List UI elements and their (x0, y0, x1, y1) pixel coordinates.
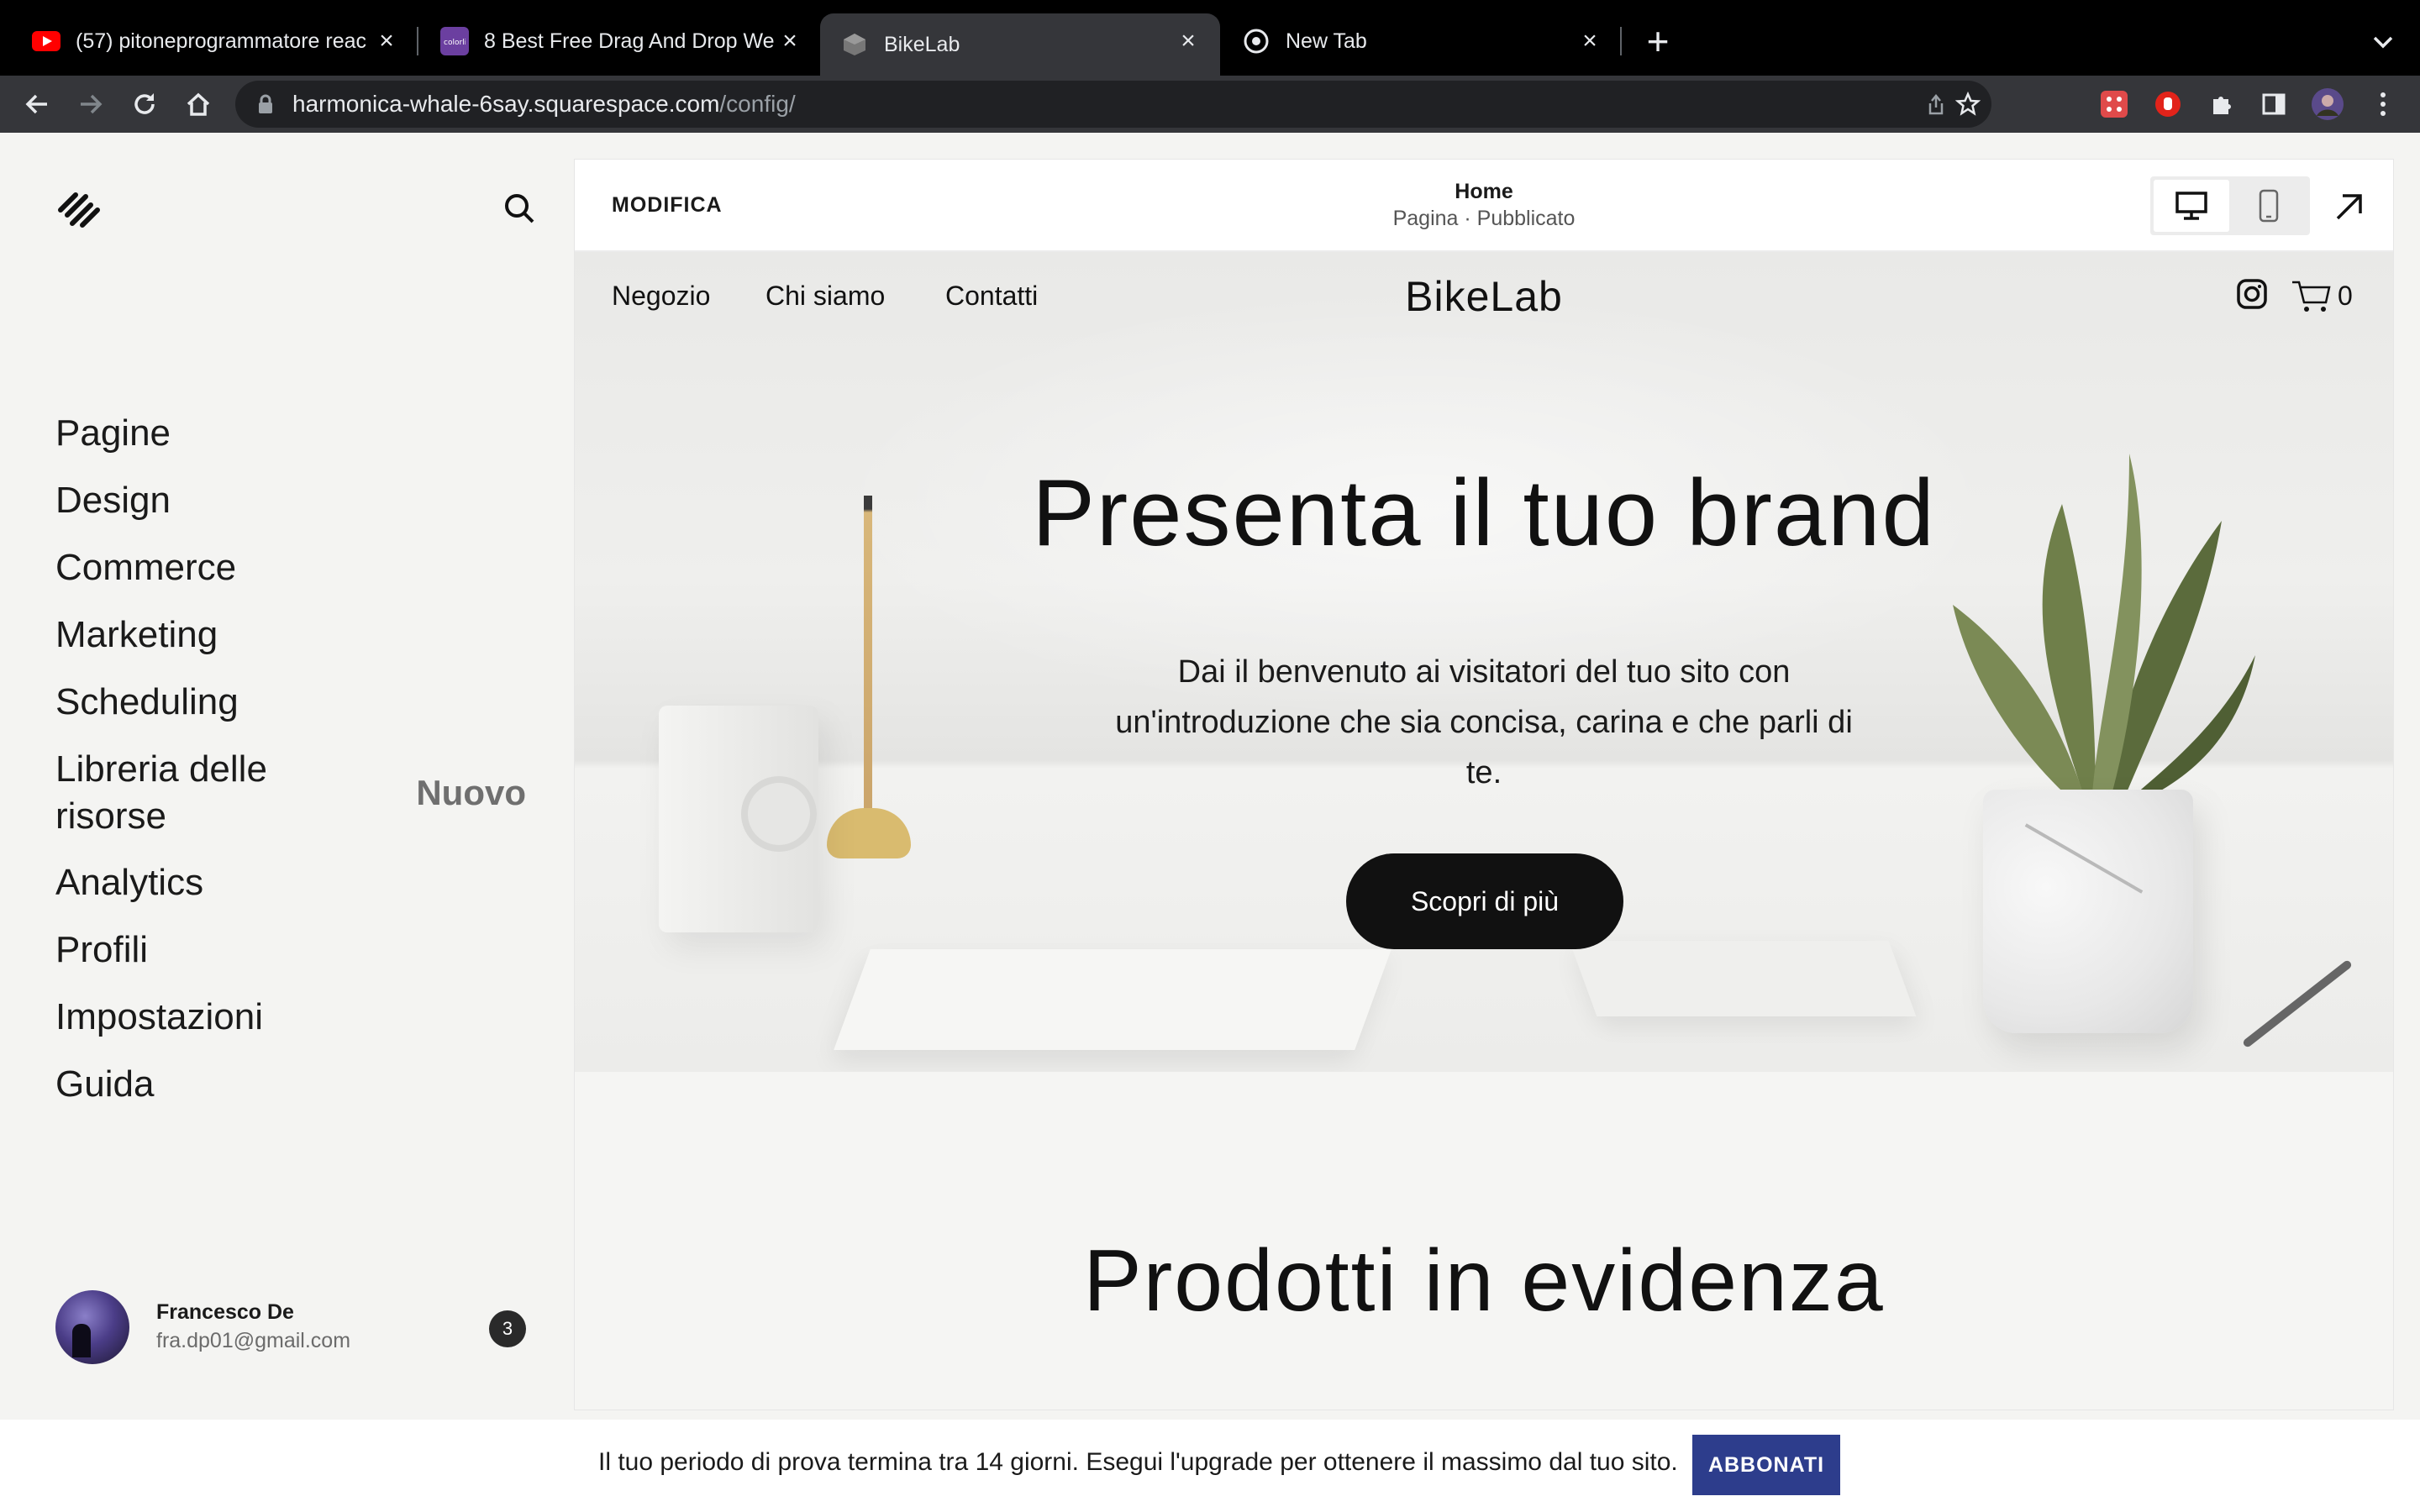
menu-item-marketing[interactable]: Marketing (55, 601, 526, 669)
sharpener-illustration (659, 706, 818, 932)
hero-title[interactable]: Presenta il tuo brand (575, 459, 2393, 567)
url-host: harmonica-whale-6say.squarespace.com (292, 91, 720, 117)
tab-title: BikeLab (884, 32, 960, 56)
extension-red-grid-icon[interactable] (2096, 86, 2133, 123)
user-name: Francesco De (156, 1300, 294, 1324)
page-status: Pagina · Pubblicato (1392, 207, 1576, 230)
tab-title: New Tab (1286, 29, 1367, 53)
menu-item-impostazioni[interactable]: Impostazioni (55, 984, 526, 1051)
reload-icon[interactable] (124, 84, 165, 124)
menu-item-label: Analytics (55, 862, 204, 903)
menu-item-label: Pagine (55, 412, 171, 454)
squarespace-cube-icon (840, 30, 869, 59)
url-path: /config/ (719, 91, 796, 117)
squarespace-sidebar: Pagine Design Commerce Marketing Schedul… (0, 133, 575, 1512)
editor-top-bar: MODIFICA Home Pagina · Pubblicato (575, 160, 2393, 252)
extensions-puzzle-icon[interactable] (2203, 86, 2240, 123)
new-badge: Nuovo (416, 772, 526, 812)
menu-item-pagine[interactable]: Pagine (55, 400, 526, 467)
hero-section[interactable]: Negozio Chi siamo Contatti BikeLab 0 Pre… (575, 252, 2393, 1072)
close-icon[interactable]: × (1175, 28, 1202, 55)
close-icon[interactable]: × (1576, 28, 1603, 55)
featured-products-section[interactable]: Prodotti in evidenza (575, 1072, 2393, 1410)
trial-message: Il tuo periodo di prova termina tra 14 g… (598, 1448, 1678, 1476)
browser-toolbar: harmonica-whale-6say.squarespace.com/con… (0, 76, 2420, 133)
menu-item-label: Marketing (55, 614, 218, 655)
learn-more-button[interactable]: Scopri di più (1346, 853, 1623, 949)
more-menu-icon[interactable] (2365, 86, 2402, 123)
site-logo[interactable]: BikeLab (575, 272, 2393, 321)
search-icon[interactable] (501, 190, 538, 227)
instagram-icon[interactable] (2235, 277, 2272, 314)
close-icon[interactable]: × (776, 28, 803, 55)
section-title[interactable]: Prodotti in evidenza (575, 1231, 2393, 1331)
marble-pot-illustration (1983, 790, 2193, 1033)
menu-item-label: Scheduling (55, 681, 239, 722)
trial-banner: Il tuo periodo di prova termina tra 14 g… (0, 1420, 2420, 1512)
desktop-view-icon[interactable] (2154, 180, 2229, 232)
new-tab-button[interactable]: + (1639, 22, 1677, 60)
lock-icon[interactable] (254, 92, 277, 116)
star-bookmark-icon[interactable] (1953, 89, 1983, 119)
tab-search-chevron-icon[interactable] (2366, 25, 2400, 59)
colorlib-icon: colorlib (440, 27, 469, 55)
menu-item-libreria-risorse[interactable]: Libreria delle risorse Nuovo (55, 736, 526, 849)
side-panel-icon[interactable] (2255, 86, 2292, 123)
book-illustration (834, 949, 1392, 1050)
menu-item-design[interactable]: Design (55, 467, 526, 534)
mobile-view-icon[interactable] (2231, 180, 2307, 232)
forward-arrow-icon[interactable] (71, 84, 111, 124)
subscribe-button[interactable]: ABBONATI (1692, 1435, 1840, 1495)
tab-youtube[interactable]: (57) pitoneprogrammatore reac × (12, 13, 418, 69)
menu-item-guida[interactable]: Guida (55, 1051, 526, 1118)
cart-count: 0 (2338, 281, 2353, 311)
url-text: harmonica-whale-6say.squarespace.com/con… (292, 81, 796, 128)
tab-title: 8 Best Free Drag And Drop We (484, 29, 775, 53)
profile-avatar-icon[interactable] (2309, 86, 2346, 123)
page-title: Home (1455, 180, 1513, 203)
menu-item-profili[interactable]: Profili (55, 916, 526, 984)
user-email: fra.dp01@gmail.com (156, 1329, 351, 1352)
menu-item-label: Design (55, 480, 171, 521)
close-icon[interactable]: × (373, 28, 400, 55)
chrome-icon (1242, 27, 1270, 55)
menu-item-label: Commerce (55, 547, 237, 588)
pencil-holder-illustration (827, 808, 911, 858)
user-account[interactable]: Francesco De fra.dp01@gmail.com 3 (55, 1290, 526, 1366)
menu-item-label: Guida (55, 1063, 155, 1105)
svg-text:colorlib: colorlib (444, 39, 466, 47)
cart-icon[interactable] (2291, 277, 2333, 314)
tab-separator (1620, 27, 1622, 55)
menu-item-scheduling[interactable]: Scheduling (55, 669, 526, 736)
site-preview-frame: MODIFICA Home Pagina · Pubblicato Negozi… (575, 160, 2393, 1410)
tab-title: (57) pitoneprogrammatore reac (76, 29, 366, 53)
menu-item-analytics[interactable]: Analytics (55, 849, 526, 916)
open-external-arrow-icon[interactable] (2331, 188, 2368, 225)
avatar[interactable] (55, 1290, 129, 1364)
browser-tab-bar: (57) pitoneprogrammatore reac × colorlib… (0, 0, 2420, 76)
back-arrow-icon[interactable] (17, 84, 57, 124)
notification-count-badge[interactable]: 3 (489, 1310, 526, 1347)
menu-item-label: Profili (55, 929, 149, 970)
main-menu: Pagine Design Commerce Marketing Schedul… (55, 400, 526, 1118)
squarespace-logo-icon[interactable] (54, 185, 104, 235)
tab-new-tab[interactable]: New Tab × (1222, 13, 1622, 69)
address-bar[interactable]: harmonica-whale-6say.squarespace.com/con… (235, 81, 1991, 128)
tab-separator (417, 27, 418, 55)
home-icon[interactable] (178, 84, 218, 124)
tray-illustration (1569, 941, 1917, 1016)
share-icon[interactable] (1921, 89, 1951, 119)
menu-item-label: Impostazioni (55, 996, 264, 1037)
menu-item-commerce[interactable]: Commerce (55, 534, 526, 601)
menu-item-label: Libreria delle risorse (55, 748, 267, 837)
pen-illustration (2241, 958, 2354, 1049)
tab-bikelab[interactable]: BikeLab × (820, 13, 1220, 76)
extension-red-hand-icon[interactable] (2149, 86, 2186, 123)
device-view-toggle (2150, 176, 2310, 235)
hero-description[interactable]: Dai il benvenuto ai visitatori del tuo s… (1113, 647, 1855, 798)
youtube-icon (32, 27, 60, 55)
tab-colorlib[interactable]: colorlib 8 Best Free Drag And Drop We × (420, 13, 822, 69)
